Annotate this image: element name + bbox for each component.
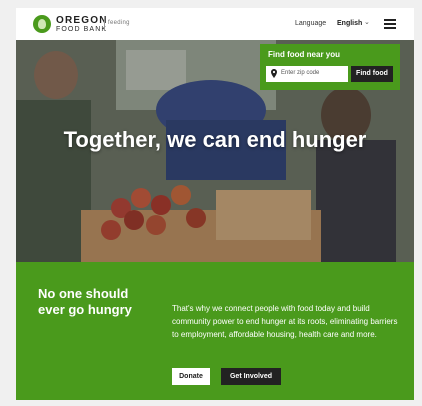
find-food-panel: Find food near you Enter zip code Find f… [260, 44, 400, 90]
logo-icon[interactable] [33, 15, 51, 33]
find-food-button[interactable]: Find food [351, 66, 393, 82]
site-header: OREGON FOOD BANK feeding Language Englis… [16, 8, 414, 40]
page-frame: OREGON FOOD BANK feeding Language Englis… [16, 8, 414, 400]
logo-text[interactable]: OREGON [56, 15, 108, 26]
zip-code-input[interactable]: Enter zip code [266, 66, 348, 82]
donate-button[interactable]: Donate [172, 368, 210, 385]
hamburger-menu-icon[interactable] [384, 19, 396, 29]
mission-title: No one should ever go hungry [38, 286, 132, 317]
get-involved-button[interactable]: Get Involved [221, 368, 281, 385]
hero-title: Together, we can end hunger [63, 127, 367, 152]
logo-divider [104, 17, 105, 31]
partner-logo: feeding [108, 20, 130, 26]
logo-subtext[interactable]: FOOD BANK [56, 26, 107, 33]
location-pin-icon [271, 69, 277, 78]
language-label: Language [295, 20, 327, 27]
zip-placeholder: Enter zip code [281, 70, 320, 76]
mission-section: No one should ever go hungry That's why … [16, 262, 414, 400]
find-food-title: Find food near you [268, 50, 340, 59]
hero-section: Together, we can end hunger Find food ne… [16, 40, 414, 262]
chevron-down-icon[interactable]: ⌄ [364, 18, 370, 26]
language-select[interactable]: English [337, 20, 362, 27]
mission-body: That's why we connect people with food t… [172, 304, 398, 339]
